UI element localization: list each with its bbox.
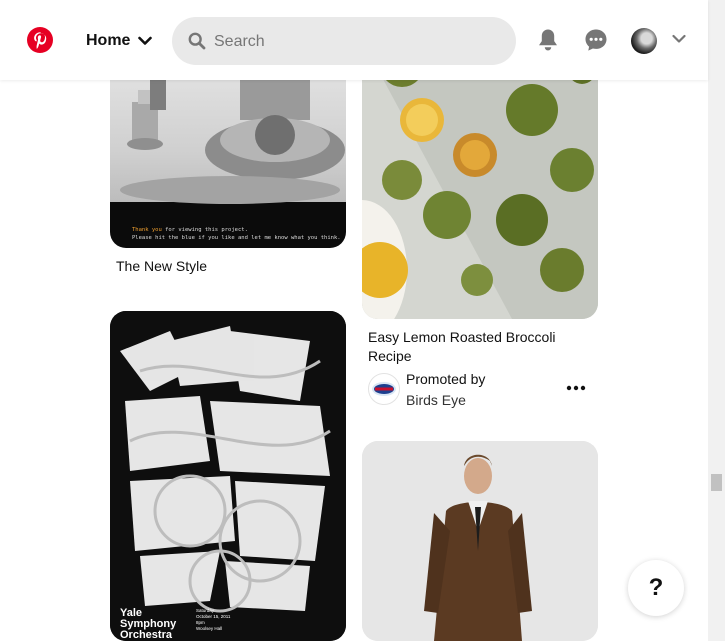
promoted-by-label: Promoted by [406,371,486,387]
messages-button[interactable] [582,26,610,54]
pin-title-line2[interactable]: Recipe [368,347,412,366]
help-button[interactable]: ? [628,560,684,616]
advertiser-name[interactable]: Birds Eye [406,392,466,408]
caption-text: for viewing this project. [161,227,248,233]
more-icon [566,385,586,391]
caption-highlight: Thank you [132,227,162,233]
scrollbar-thumb[interactable] [711,474,722,491]
pin-title[interactable]: The New Style [116,257,207,276]
caption-line2: Please hit the blue if you like and let … [132,235,341,241]
search-input[interactable] [212,17,506,67]
poster-title: Yale Symphony Orchestra [120,608,176,641]
home-label: Home [86,32,131,49]
poster-title-line: Orchestra [120,629,172,641]
chevron-down-icon [138,36,153,45]
top-nav: Home [0,0,708,80]
notifications-button[interactable] [534,26,562,54]
poster-detail-line: Woolsey Hall [196,626,223,631]
help-icon: ? [648,574,664,601]
advertiser-logo[interactable] [368,373,400,405]
broccoli-photo [362,40,598,319]
pin-image-brown-suit[interactable] [362,441,598,641]
home-dropdown-button[interactable]: Home [76,20,164,62]
poster-details: Saturday October 15, 2011 8pm Woolsey Ha… [196,608,230,632]
account-chevron-down-icon[interactable] [672,34,686,44]
pin-image-caption: Thank you for viewing this project. Plea… [132,226,341,242]
search-icon [188,32,206,50]
scrollbar-track[interactable] [708,0,725,641]
poster-lettering-art [110,311,346,641]
pinterest-logo-icon[interactable] [27,27,53,53]
pin-title-line1[interactable]: Easy Lemon Roasted Broccoli [368,328,556,347]
chat-icon [585,29,607,51]
pin-image-broccoli[interactable] [362,40,598,319]
pin-image-yale-poster[interactable]: Yale Symphony Orchestra Saturday October… [110,311,346,641]
search-bar[interactable] [172,17,516,67]
profile-avatar[interactable] [631,28,657,54]
more-options-button[interactable] [564,378,588,398]
bell-icon [539,29,557,51]
suit-photo [362,441,598,641]
